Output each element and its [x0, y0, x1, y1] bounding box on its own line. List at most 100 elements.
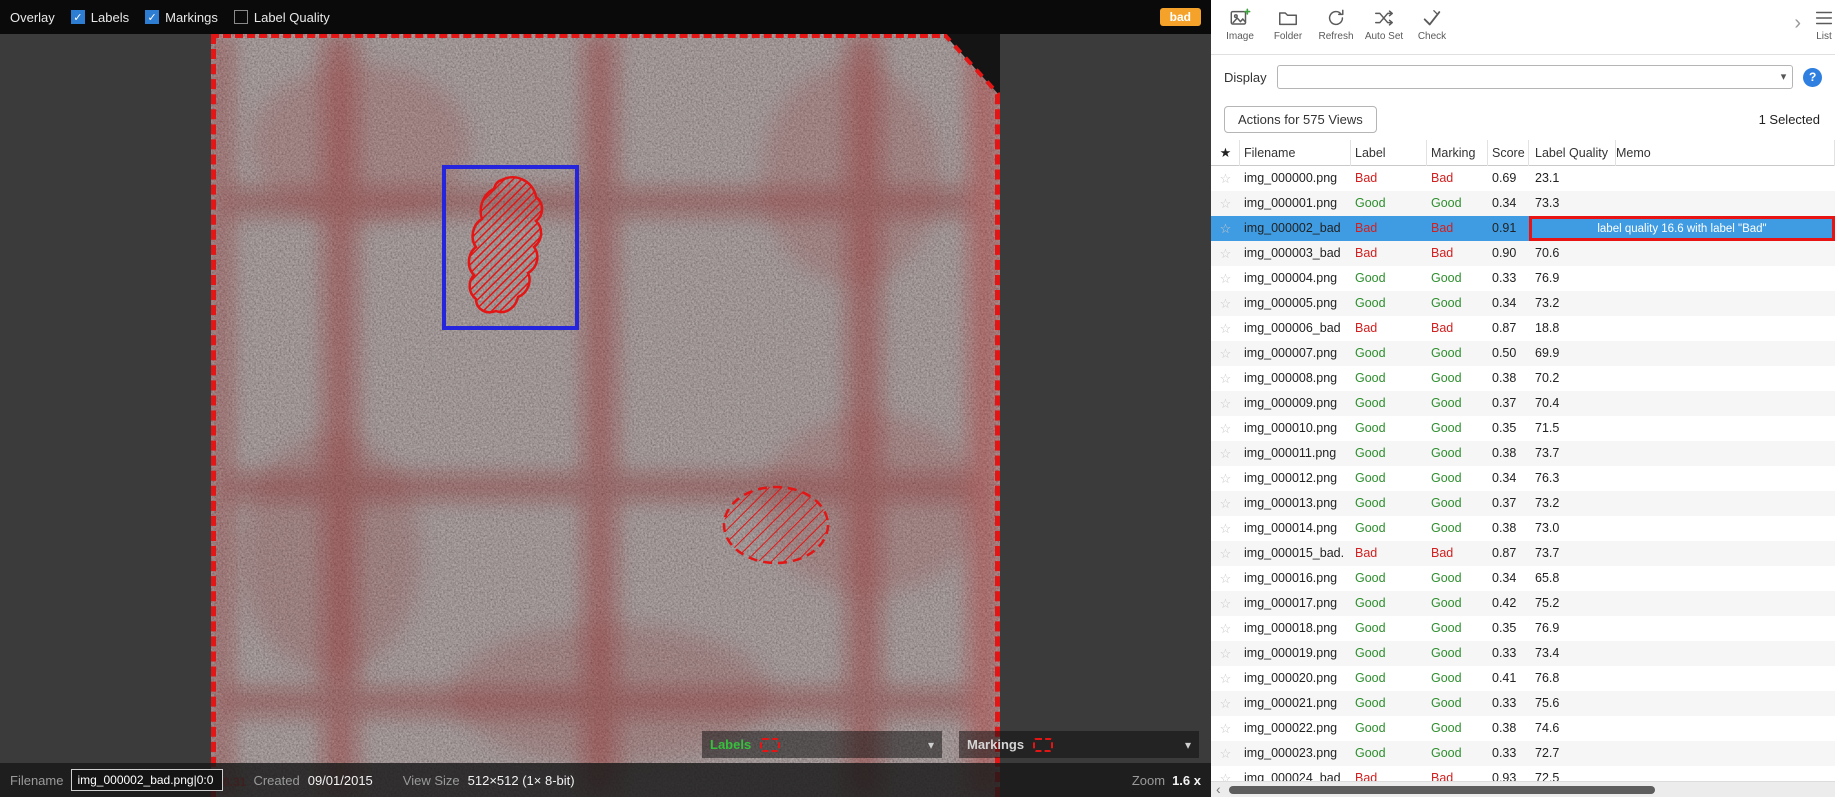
- filename-input[interactable]: [71, 769, 223, 791]
- table-row[interactable]: ☆ img_000022.png Good Good 0.38 74.6: [1211, 716, 1835, 741]
- table-row[interactable]: ☆ img_000009.png Good Good 0.37 70.4: [1211, 391, 1835, 416]
- table-row[interactable]: ☆ img_000000.png Bad Bad 0.69 23.1: [1211, 166, 1835, 191]
- star-icon[interactable]: ☆: [1211, 716, 1240, 741]
- star-icon[interactable]: ☆: [1211, 241, 1240, 266]
- star-icon[interactable]: ☆: [1211, 441, 1240, 466]
- marking-column-header[interactable]: Marking: [1427, 140, 1488, 166]
- label-quality-column-header[interactable]: Label Quality: [1529, 140, 1616, 166]
- label-style-chip-icon: [760, 738, 780, 752]
- markings-style-dropdown[interactable]: Markings ▾: [959, 731, 1199, 758]
- star-icon[interactable]: ☆: [1211, 591, 1240, 616]
- row-filename: img_000012.png: [1240, 466, 1351, 491]
- row-memo: [1616, 741, 1835, 766]
- marking-annotation[interactable]: [721, 484, 831, 566]
- chevron-down-icon[interactable]: ▾: [928, 738, 934, 752]
- star-icon[interactable]: ☆: [1211, 266, 1240, 291]
- image-canvas[interactable]: [211, 34, 1000, 797]
- row-label: Good: [1351, 691, 1427, 716]
- horizontal-scrollbar[interactable]: ‹: [1211, 781, 1835, 797]
- check-button[interactable]: Check: [1409, 7, 1455, 42]
- chevron-down-icon[interactable]: ▾: [1185, 738, 1191, 752]
- table-row[interactable]: ☆ img_000010.png Good Good 0.35 71.5: [1211, 416, 1835, 441]
- star-icon[interactable]: ☆: [1211, 491, 1240, 516]
- row-marking: Bad: [1427, 541, 1488, 566]
- checkbox-checked-icon[interactable]: ✓: [145, 10, 159, 24]
- label-quality-checkbox[interactable]: Label Quality: [234, 10, 330, 25]
- filename-column-header[interactable]: Filename: [1240, 140, 1351, 166]
- table-row[interactable]: ☆ img_000016.png Good Good 0.34 65.8: [1211, 566, 1835, 591]
- table-row[interactable]: ☆ img_000023.png Good Good 0.33 72.7: [1211, 741, 1835, 766]
- table-row[interactable]: ☆ img_000007.png Good Good 0.50 69.9: [1211, 341, 1835, 366]
- table-row[interactable]: ☆ img_000015_bad. Bad Bad 0.87 73.7: [1211, 541, 1835, 566]
- star-icon[interactable]: ☆: [1211, 666, 1240, 691]
- refresh-button[interactable]: Refresh: [1313, 7, 1359, 42]
- labels-style-dropdown[interactable]: Labels ▾: [702, 731, 942, 758]
- table-row[interactable]: ☆ img_000012.png Good Good 0.34 76.3: [1211, 466, 1835, 491]
- table-row[interactable]: ☆ img_000002_bad Bad Bad 0.91 label qual…: [1211, 216, 1835, 241]
- app-window: Overlay ✓ Labels ✓ Markings Label Qualit…: [0, 0, 1835, 797]
- star-icon[interactable]: ☆: [1211, 466, 1240, 491]
- row-score: 0.33: [1488, 266, 1529, 291]
- star-icon[interactable]: ☆: [1211, 291, 1240, 316]
- actions-for-views-button[interactable]: Actions for 575 Views: [1224, 106, 1377, 133]
- table-row[interactable]: ☆ img_000008.png Good Good 0.38 70.2: [1211, 366, 1835, 391]
- star-icon[interactable]: ☆: [1211, 566, 1240, 591]
- help-button[interactable]: ?: [1803, 68, 1822, 87]
- row-marking: Good: [1427, 741, 1488, 766]
- row-memo: [1616, 616, 1835, 641]
- checkbox-checked-icon[interactable]: ✓: [71, 10, 85, 24]
- scroll-left-icon[interactable]: ‹: [1211, 781, 1224, 797]
- table-row[interactable]: ☆ img_000013.png Good Good 0.37 73.2: [1211, 491, 1835, 516]
- star-icon[interactable]: ☆: [1211, 166, 1240, 191]
- table-row[interactable]: ☆ img_000021.png Good Good 0.33 75.6: [1211, 691, 1835, 716]
- star-icon[interactable]: ☆: [1211, 191, 1240, 216]
- row-label-quality: 73.2: [1529, 291, 1616, 316]
- star-icon[interactable]: ☆: [1211, 641, 1240, 666]
- table-row[interactable]: ☆ img_000014.png Good Good 0.38 73.0: [1211, 516, 1835, 541]
- image-viewport[interactable]: 0.31: [211, 34, 1000, 797]
- checkbox-unchecked-icon[interactable]: [234, 10, 248, 24]
- row-marking: Bad: [1427, 316, 1488, 341]
- table-row[interactable]: ☆ img_000018.png Good Good 0.35 76.9: [1211, 616, 1835, 641]
- label-column-header[interactable]: Label: [1351, 140, 1427, 166]
- scrollbar-thumb[interactable]: [1229, 786, 1655, 794]
- star-icon[interactable]: ☆: [1211, 541, 1240, 566]
- memo-column-header[interactable]: Memo: [1616, 140, 1835, 166]
- display-select[interactable]: ▾: [1277, 65, 1794, 89]
- star-icon[interactable]: ☆: [1211, 741, 1240, 766]
- labels-checkbox[interactable]: ✓ Labels: [71, 10, 129, 25]
- row-score: 0.34: [1488, 566, 1529, 591]
- table-row[interactable]: ☆ img_000019.png Good Good 0.33 73.4: [1211, 641, 1835, 666]
- star-icon[interactable]: ☆: [1211, 366, 1240, 391]
- markings-checkbox[interactable]: ✓ Markings: [145, 10, 218, 25]
- star-icon[interactable]: ☆: [1211, 616, 1240, 641]
- star-icon[interactable]: ☆: [1211, 316, 1240, 341]
- table-row[interactable]: ☆ img_000020.png Good Good 0.41 76.8: [1211, 666, 1835, 691]
- auto-set-button[interactable]: Auto Set: [1361, 7, 1407, 42]
- star-column-header[interactable]: ★: [1211, 140, 1240, 166]
- table-row[interactable]: ☆ img_000006_bad Bad Bad 0.87 18.8: [1211, 316, 1835, 341]
- star-icon[interactable]: ☆: [1211, 216, 1240, 241]
- toolbar-more-chevron[interactable]: ›: [1794, 12, 1801, 35]
- filename-label: Filename: [10, 773, 63, 788]
- list-view-button[interactable]: List: [1801, 7, 1835, 42]
- score-column-header[interactable]: Score: [1488, 140, 1529, 166]
- table-row[interactable]: ☆ img_000001.png Good Good 0.34 73.3: [1211, 191, 1835, 216]
- table-row[interactable]: ☆ img_000005.png Good Good 0.34 73.2: [1211, 291, 1835, 316]
- star-icon[interactable]: ☆: [1211, 766, 1240, 781]
- table-row[interactable]: ☆ img_000011.png Good Good 0.38 73.7: [1211, 441, 1835, 466]
- star-icon[interactable]: ☆: [1211, 516, 1240, 541]
- star-icon[interactable]: ☆: [1211, 416, 1240, 441]
- star-icon[interactable]: ☆: [1211, 391, 1240, 416]
- row-filename: img_000016.png: [1240, 566, 1351, 591]
- label-annotation-box[interactable]: [442, 165, 579, 330]
- table-row[interactable]: ☆ img_000003_bad Bad Bad 0.90 70.6: [1211, 241, 1835, 266]
- table-row[interactable]: ☆ img_000024_bad Bad Bad 0.93 72.5: [1211, 766, 1835, 781]
- image-button[interactable]: Image: [1217, 7, 1263, 42]
- row-filename: img_000006_bad: [1240, 316, 1351, 341]
- table-row[interactable]: ☆ img_000017.png Good Good 0.42 75.2: [1211, 591, 1835, 616]
- table-row[interactable]: ☆ img_000004.png Good Good 0.33 76.9: [1211, 266, 1835, 291]
- folder-button[interactable]: Folder: [1265, 7, 1311, 42]
- star-icon[interactable]: ☆: [1211, 691, 1240, 716]
- star-icon[interactable]: ☆: [1211, 341, 1240, 366]
